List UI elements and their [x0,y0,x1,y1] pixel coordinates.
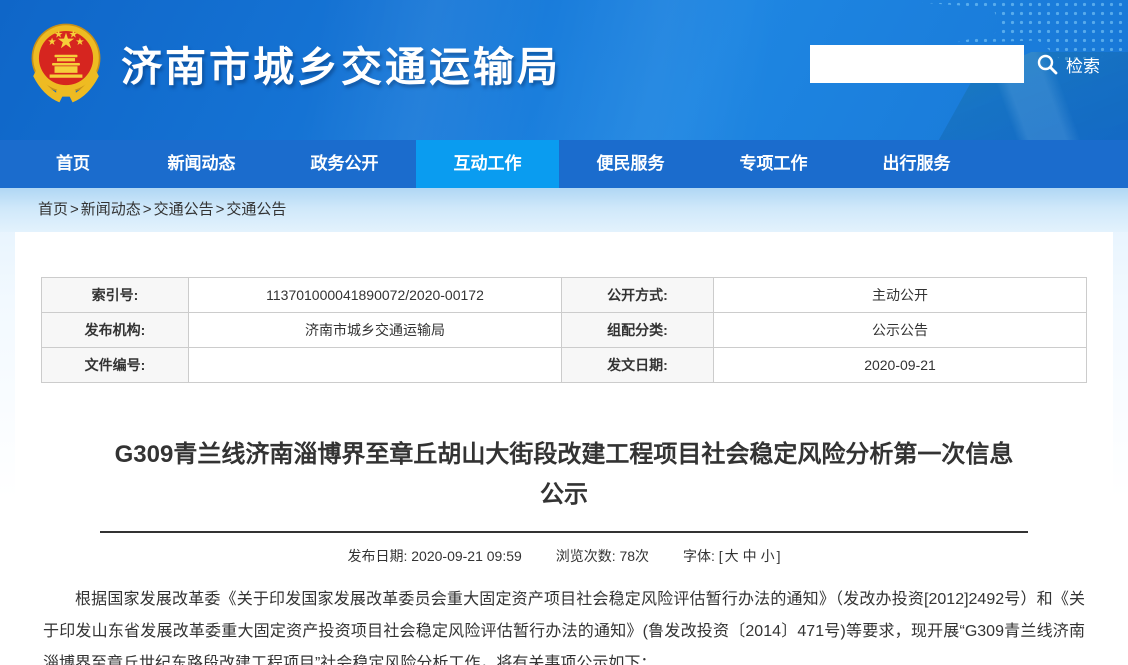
publicity-method-value: 主动公开 [714,278,1087,313]
search-area: 检索 [810,45,1100,83]
nav-item-gov-info[interactable]: 政务公开 [273,140,416,188]
bracket-close: ] [777,548,781,564]
table-row: 文件编号: 发文日期: 2020-09-21 [42,348,1087,383]
article-body-paragraph: 根据国家发展改革委《关于印发国家发展改革委员会重大固定资产项目社会稳定风险评估暂… [43,584,1085,665]
publicity-method-label: 公开方式: [562,278,714,313]
breadcrumb-home[interactable]: 首页 [38,201,68,218]
index-number-value: 113701000041890072/2020-00172 [189,278,562,313]
document-number-label: 文件编号: [42,348,189,383]
breadcrumb-separator: > [216,201,225,218]
breadcrumb: 首页>新闻动态>交通公告>交通公告 [0,188,1128,232]
view-count-label: 浏览次数: [556,548,616,564]
nav-item-travel-service[interactable]: 出行服务 [845,140,988,188]
site-banner: 济南市城乡交通运输局 检索 [0,0,1128,140]
breadcrumb-separator: > [143,201,152,218]
index-number-label: 索引号: [42,278,189,313]
publish-date-label: 发布日期: [347,548,407,564]
title-divider [100,531,1028,533]
table-row: 索引号: 113701000041890072/2020-00172 公开方式:… [42,278,1087,313]
font-size-medium[interactable]: 中 [743,548,757,564]
main-nav: 首页 新闻动态 政务公开 互动工作 便民服务 专项工作 出行服务 [0,140,1128,188]
search-button-label: 检索 [1066,52,1100,77]
article-title: G309青兰线济南淄博界至章丘胡山大街段改建工程项目社会稳定风险分析第一次信息公… [108,435,1020,515]
breadcrumb-separator: > [70,201,79,218]
issue-date-value: 2020-09-21 [714,348,1087,383]
view-count-value: 78次 [619,548,649,564]
article-meta: 发布日期: 2020-09-21 09:59 浏览次数: 78次 字体: [大中… [15,546,1113,566]
search-icon [1036,53,1058,75]
table-row: 发布机构: 济南市城乡交通运输局 组配分类: 公示公告 [42,313,1087,348]
font-size-switcher: 字体: [大中小] [683,548,781,564]
nav-item-home[interactable]: 首页 [16,140,130,188]
nav-item-news[interactable]: 新闻动态 [130,140,273,188]
category-value: 公示公告 [714,313,1087,348]
bracket-open: [ [719,548,723,564]
content-panel: 索引号: 113701000041890072/2020-00172 公开方式:… [15,232,1113,665]
site-brand: 济南市城乡交通运输局 [25,18,561,108]
search-button[interactable]: 检索 [1036,52,1100,77]
category-label: 组配分类: [562,313,714,348]
national-emblem-icon [25,18,107,108]
font-size-label: 字体: [683,548,715,564]
breadcrumb-notice[interactable]: 交通公告 [226,201,286,218]
breadcrumb-news[interactable]: 新闻动态 [81,201,141,218]
issuing-agency-value: 济南市城乡交通运输局 [189,313,562,348]
font-size-small[interactable]: 小 [761,548,775,564]
document-metadata-table: 索引号: 113701000041890072/2020-00172 公开方式:… [41,277,1087,383]
breadcrumb-notice-category[interactable]: 交通公告 [154,201,214,218]
font-size-large[interactable]: 大 [725,548,739,564]
issue-date-label: 发文日期: [562,348,714,383]
nav-item-interaction[interactable]: 互动工作 [416,140,559,188]
issuing-agency-label: 发布机构: [42,313,189,348]
view-count: 浏览次数: 78次 [556,548,649,564]
search-input[interactable] [810,45,1024,83]
site-title: 济南市城乡交通运输局 [121,33,561,93]
nav-item-public-service[interactable]: 便民服务 [559,140,702,188]
publish-date: 发布日期: 2020-09-21 09:59 [347,548,521,564]
publish-date-value: 2020-09-21 09:59 [411,548,522,564]
document-number-value [189,348,562,383]
nav-item-special-work[interactable]: 专项工作 [702,140,845,188]
